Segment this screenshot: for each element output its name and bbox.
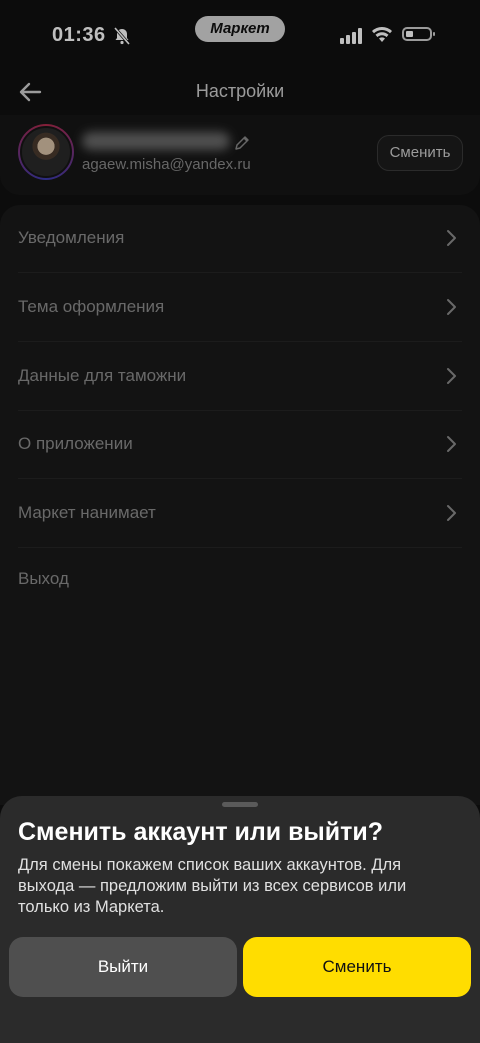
menu-item-logout[interactable]: Выход	[18, 547, 462, 615]
chevron-right-icon	[447, 230, 456, 246]
chevron-right-icon	[447, 299, 456, 315]
menu-item-label: Выход	[18, 569, 69, 588]
avatar[interactable]	[18, 124, 74, 180]
menu-item-notifications[interactable]: Уведомления	[18, 205, 462, 273]
menu-item-careers[interactable]: Маркет нанимает	[18, 480, 462, 548]
app-indicator-pill: Маркет	[195, 16, 285, 42]
menu-item-label: Данные для таможни	[18, 366, 187, 385]
menu-item-label: Уведомления	[18, 228, 125, 247]
menu-item-customs-data[interactable]: Данные для таможни	[18, 343, 462, 411]
menu-item-label: Тема оформления	[18, 297, 165, 316]
switch-button[interactable]: Сменить	[243, 937, 471, 997]
sheet-grabber[interactable]	[222, 802, 258, 807]
header: Настройки	[0, 70, 480, 115]
chevron-right-icon	[447, 368, 456, 384]
menu-item-label: О приложении	[18, 434, 133, 453]
signal-icon	[340, 28, 362, 44]
menu-item-about[interactable]: О приложении	[18, 411, 462, 479]
status-time: 01:36	[52, 24, 106, 46]
battery-icon	[402, 27, 435, 41]
chevron-right-icon	[447, 505, 456, 521]
wifi-icon	[372, 27, 392, 42]
menu-item-theme[interactable]: Тема оформления	[18, 274, 462, 342]
bell-muted-icon	[113, 27, 131, 45]
sheet-title: Сменить аккаунт или выйти?	[18, 818, 384, 846]
bottom-sheet: Сменить аккаунт или выйти? Для смены пок…	[0, 796, 480, 1043]
page-title: Настройки	[195, 81, 285, 101]
logout-button[interactable]: Выйти	[9, 937, 237, 997]
menu-item-label: Маркет нанимает	[18, 503, 156, 522]
sheet-description: Для смены покажем список ваших аккаунтов…	[18, 856, 407, 916]
user-email: agaew.misha@yandex.ru	[82, 156, 251, 173]
settings-menu: Уведомления Тема оформления Данные для т…	[0, 205, 480, 805]
chevron-right-icon	[447, 436, 456, 452]
profile-card: agaew.misha@yandex.ru Сменить	[0, 115, 480, 195]
pencil-icon[interactable]	[234, 135, 250, 151]
switch-account-button[interactable]: Сменить	[377, 135, 463, 171]
user-name-blurred	[82, 132, 230, 150]
status-bar: 01:36 Маркет	[0, 0, 480, 70]
